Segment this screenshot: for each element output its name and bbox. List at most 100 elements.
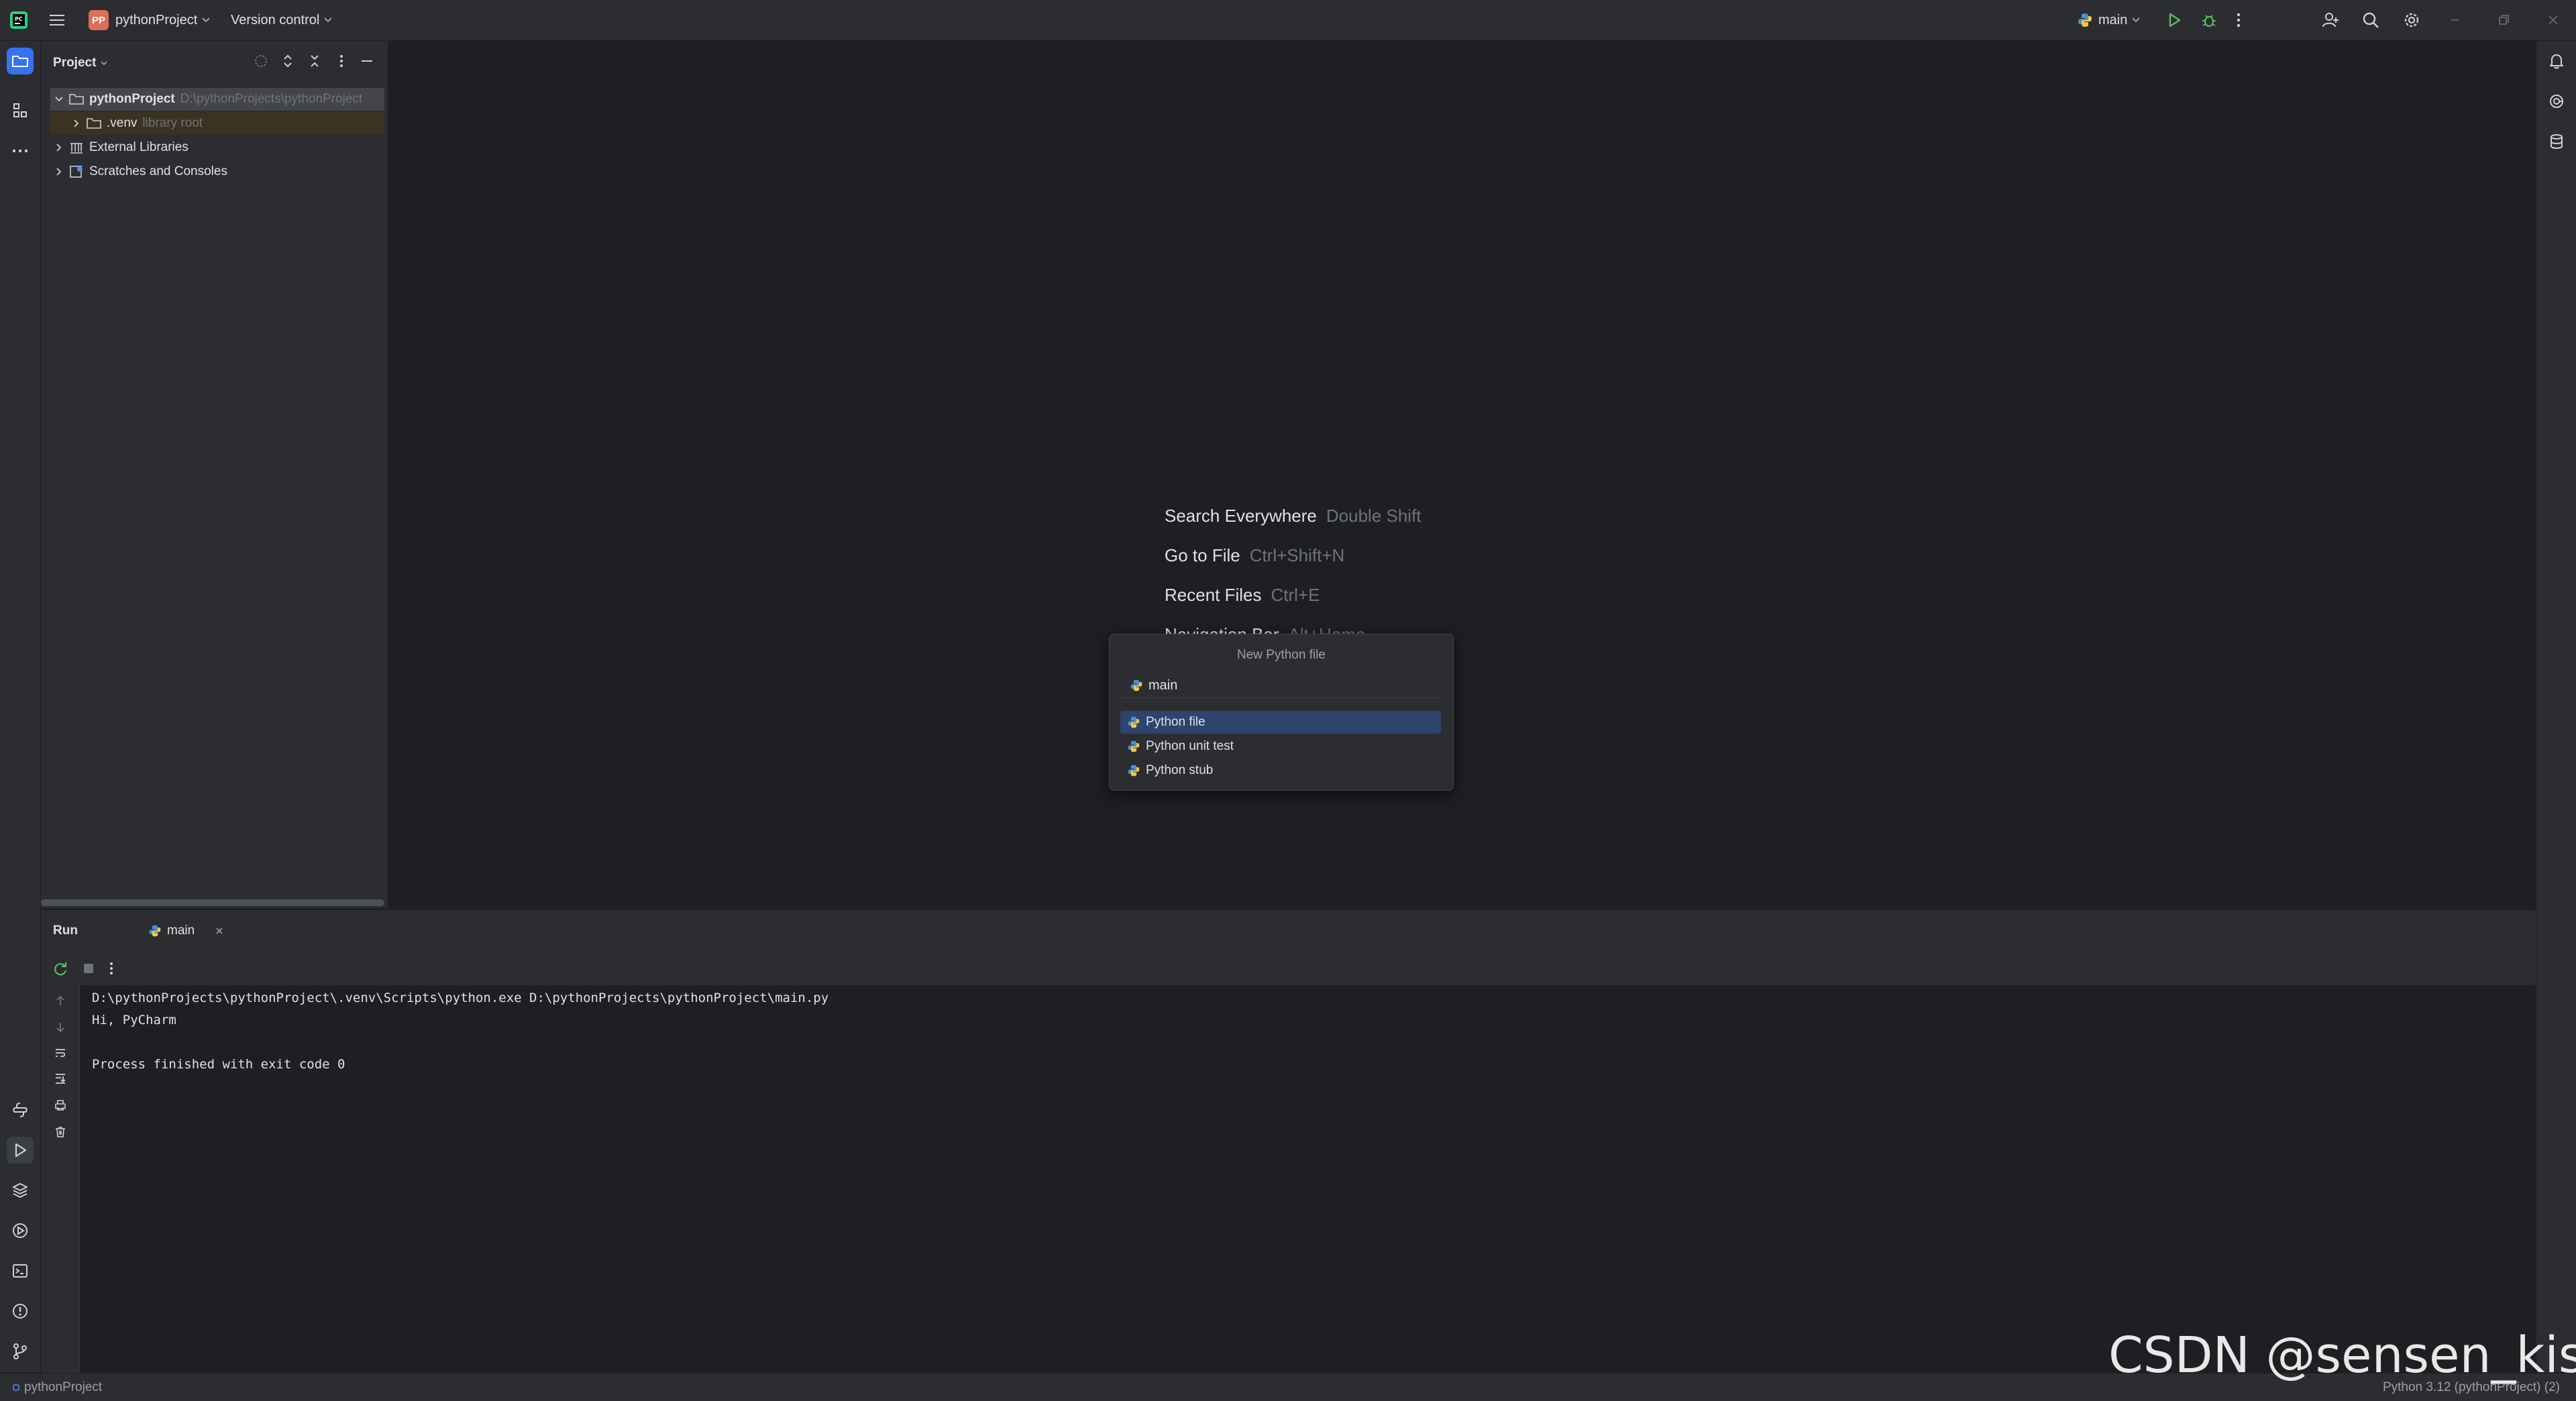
file-name-input[interactable]: main: [1119, 673, 1444, 698]
project-tool-button[interactable]: [7, 48, 34, 74]
restore-icon[interactable]: [2497, 0, 2510, 40]
project-panel-title[interactable]: Project: [53, 56, 108, 70]
layers-icon: [11, 1182, 29, 1199]
popup-item-label: Python file: [1146, 715, 1205, 729]
popup-item-label: Python unit test: [1146, 739, 1234, 753]
tree-item-hint: library root: [142, 116, 203, 130]
more-icon[interactable]: [107, 960, 116, 977]
library-icon: [69, 141, 84, 154]
search-icon[interactable]: [2361, 0, 2380, 40]
run-icon[interactable]: [2165, 0, 2183, 40]
more-tools-button[interactable]: [7, 137, 34, 164]
chevron-down-icon: [2131, 17, 2141, 23]
run-config-selector[interactable]: main: [2077, 0, 2141, 40]
console-output[interactable]: D:\pythonProjects\pythonProject\.venv\Sc…: [80, 985, 2536, 1373]
settings-icon[interactable]: [2402, 0, 2422, 40]
run-side-toolbar: [41, 985, 80, 1373]
python-console-tool-button[interactable]: [7, 1097, 34, 1123]
app-logo-icon[interactable]: PC: [9, 0, 28, 40]
expand-all-icon[interactable]: [280, 53, 296, 69]
tree-item-path: D:\pythonProjects\pythonProject: [180, 92, 363, 106]
bell-icon: [2548, 52, 2565, 70]
more-icon[interactable]: [2235, 0, 2242, 40]
popup-item-python-unit-test[interactable]: Python unit test: [1120, 735, 1441, 758]
project-badge: PP: [89, 10, 109, 30]
popup-item-label: Python stub: [1146, 763, 1214, 777]
version-control-label: Version control: [231, 12, 320, 27]
minimize-icon[interactable]: [2449, 0, 2462, 40]
problems-icon: [11, 1302, 29, 1320]
close-tab-icon[interactable]: [215, 926, 224, 936]
hint-action: Go to File: [1165, 545, 1240, 565]
options-icon[interactable]: [333, 53, 350, 69]
popup-item-python-file[interactable]: Python file: [1120, 711, 1441, 734]
python-icon: [1127, 764, 1140, 777]
stop-icon[interactable]: [80, 960, 97, 977]
arrow-up-icon[interactable]: [52, 992, 69, 1009]
tree-item-external-libraries[interactable]: External Libraries: [50, 136, 384, 159]
version-control-menu[interactable]: Version control: [231, 0, 333, 40]
popup-item-python-stub[interactable]: Python stub: [1120, 759, 1441, 782]
svg-text:PC: PC: [15, 16, 23, 22]
new-python-file-popup: New Python file main Python file Python …: [1109, 634, 1454, 791]
python-icon: [2077, 12, 2093, 28]
ai-assistant-button[interactable]: [2543, 88, 2570, 115]
watermark: CSDN @sensen_kiss: [2108, 1327, 2576, 1384]
tab-main[interactable]: main: [105, 910, 226, 952]
print-icon[interactable]: [52, 1097, 69, 1114]
scroll-to-end-icon[interactable]: [52, 1070, 69, 1087]
arrow-down-icon[interactable]: [52, 1019, 69, 1036]
run-panel: Run main D:\pythonProjects\pythonProject…: [41, 909, 2536, 1373]
tree-item-pythonproject[interactable]: pythonProject D:\pythonProjects\pythonPr…: [50, 88, 384, 111]
run-tab-bar: Run main: [41, 910, 2536, 952]
debug-icon[interactable]: [2200, 0, 2218, 40]
project-panel: Project pythonProject D:\pythonProjects\…: [41, 41, 388, 908]
project-switcher[interactable]: PP pythonProject: [89, 0, 211, 40]
collapse-all-icon[interactable]: [307, 53, 323, 69]
soft-wrap-icon[interactable]: [52, 1044, 69, 1062]
chevron-down-icon: [201, 17, 211, 23]
database-icon: [2548, 133, 2565, 150]
hamburger-menu-icon[interactable]: [48, 0, 66, 40]
chevron-down-icon: [100, 60, 108, 66]
tab-label: main: [167, 923, 195, 938]
hint-shortcut: Ctrl+Shift+N: [1249, 545, 1345, 565]
run-tool-button[interactable]: [7, 1137, 34, 1164]
git-tool-button[interactable]: [7, 1338, 34, 1365]
add-user-icon[interactable]: [2321, 0, 2340, 40]
folder-icon: [69, 93, 84, 105]
more-icon: [11, 148, 29, 154]
database-button[interactable]: [2543, 128, 2570, 155]
close-icon[interactable]: [2546, 0, 2560, 40]
hint-shortcut: Ctrl+E: [1271, 585, 1320, 605]
hint-recent-files: Recent Files Ctrl+E: [1165, 585, 1320, 606]
tree-item-scratches[interactable]: Scratches and Consoles: [50, 160, 384, 183]
git-icon: [11, 1343, 29, 1360]
console-line: D:\pythonProjects\pythonProject\.venv\Sc…: [92, 991, 829, 1005]
horizontal-scrollbar[interactable]: [41, 899, 384, 906]
problems-tool-button[interactable]: [7, 1298, 34, 1325]
services-tool-button[interactable]: [7, 1217, 34, 1244]
rerun-icon[interactable]: [52, 960, 69, 977]
popup-title: New Python file: [1236, 648, 1326, 662]
file-name-value: main: [1148, 677, 1178, 693]
trash-icon[interactable]: [52, 1123, 69, 1141]
run-panel-title: Run: [53, 923, 78, 938]
hide-panel-icon[interactable]: [359, 53, 375, 69]
notifications-button[interactable]: [2543, 48, 2570, 74]
structure-icon: [11, 102, 29, 119]
locate-icon[interactable]: [253, 53, 269, 69]
scratches-icon: [69, 165, 84, 178]
structure-tool-button[interactable]: [7, 97, 34, 124]
terminal-tool-button[interactable]: [7, 1257, 34, 1284]
services-icon: [11, 1222, 29, 1239]
tree-item-venv[interactable]: .venv library root: [50, 112, 384, 135]
chevron-right-icon: [54, 167, 64, 176]
status-project[interactable]: pythonProject: [12, 1380, 102, 1395]
title-bar: PC PP pythonProject Version control main: [0, 0, 2576, 41]
editor-area[interactable]: Search Everywhere Double Shift Go to File…: [388, 41, 2535, 908]
python-packages-tool-button[interactable]: [7, 1177, 34, 1204]
python-icon: [1127, 740, 1140, 753]
console-line: Hi, PyCharm: [92, 1013, 176, 1027]
left-tool-stripe: [0, 41, 41, 1372]
